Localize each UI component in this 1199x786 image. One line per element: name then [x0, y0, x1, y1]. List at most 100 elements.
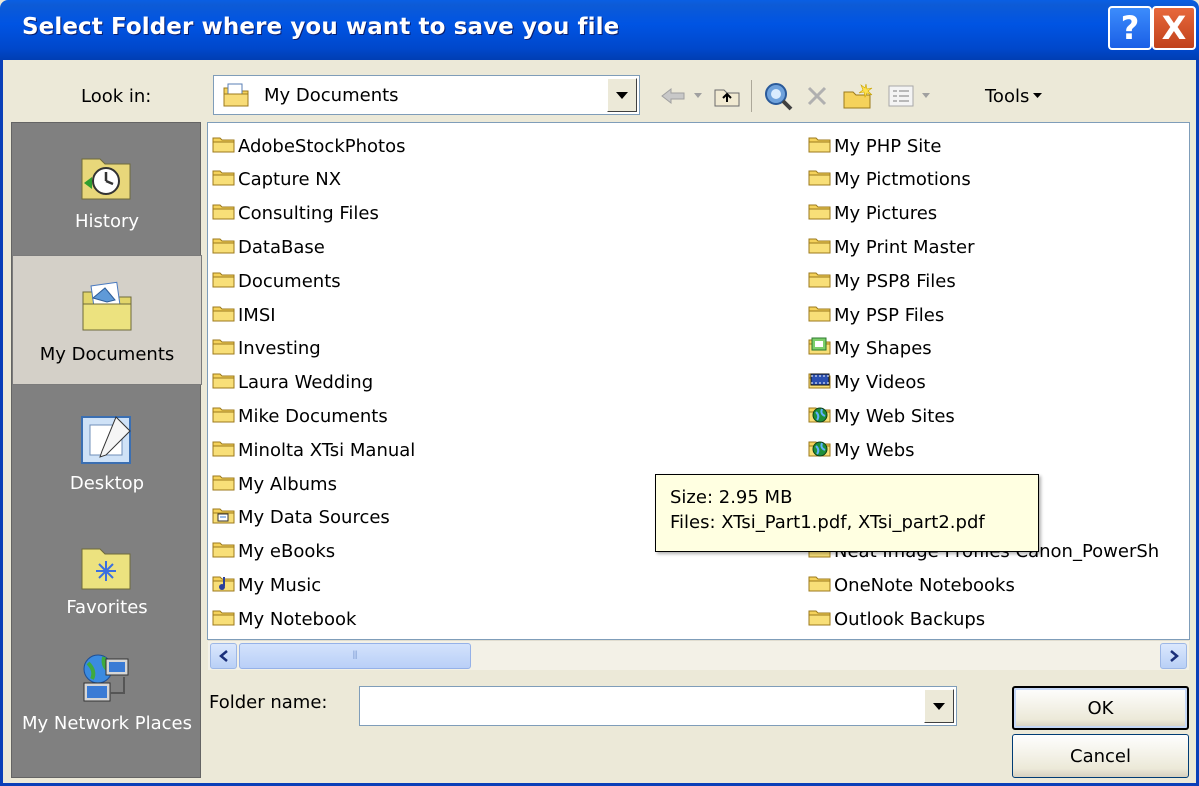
back-dropdown[interactable] — [691, 76, 705, 116]
scroll-left-button[interactable] — [210, 643, 237, 669]
views-dropdown[interactable] — [919, 76, 933, 116]
file-list-item[interactable]: Outlook Backups — [808, 604, 985, 634]
file-list-item[interactable]: Capture NX — [212, 165, 341, 195]
file-list-item[interactable]: My Videos — [808, 368, 926, 398]
file-name: Laura Wedding — [238, 372, 374, 394]
delete-icon — [807, 86, 827, 106]
file-list-item[interactable]: My Shapes — [808, 334, 932, 364]
file-list-item[interactable]: My Data Sources — [212, 503, 390, 533]
ok-button[interactable]: OK — [1012, 686, 1189, 730]
file-list-item[interactable]: My Albums — [212, 469, 337, 499]
tooltip-files: Files: XTsi_Part1.pdf, XTsi_part2.pdf — [670, 512, 985, 533]
file-list-item[interactable]: My PHP Site — [808, 131, 941, 161]
folder-icon — [808, 235, 834, 260]
file-name: Mike Documents — [238, 405, 388, 427]
file-list-item[interactable]: Laura Wedding — [212, 368, 373, 398]
desktop-icon — [81, 416, 131, 464]
file-list-item[interactable]: Consulting Files — [212, 199, 379, 229]
place-my-network-places[interactable]: My Network Places — [12, 639, 202, 779]
file-list-item[interactable]: My PSP Files — [808, 300, 944, 330]
file-list-item[interactable]: My eBooks — [212, 537, 335, 567]
tools-menu-button[interactable]: Tools — [985, 76, 1061, 116]
help-button[interactable]: ? — [1108, 6, 1152, 50]
delete-button[interactable] — [799, 76, 835, 116]
file-name: My PSP8 Files — [834, 270, 956, 292]
file-name: My eBooks — [238, 541, 336, 563]
folder-icon — [212, 303, 238, 328]
chevron-down-icon — [694, 93, 702, 98]
new-folder-button[interactable] — [839, 76, 879, 116]
look-in-dropdown-button[interactable] — [607, 78, 637, 112]
views-button[interactable] — [883, 76, 919, 116]
file-list[interactable]: AdobeStockPhotos Capture NX Consulting Fil… — [207, 122, 1190, 640]
folder-icon — [212, 472, 238, 497]
file-list-item[interactable]: My Music — [212, 570, 321, 600]
file-name: My PHP Site — [834, 135, 942, 157]
place-favorites[interactable]: Favorites — [12, 515, 202, 639]
file-list-item[interactable]: My PSP8 Files — [808, 266, 956, 296]
views-icon — [888, 85, 914, 107]
file-list-item[interactable]: Documents — [212, 266, 341, 296]
search-web-button[interactable] — [759, 76, 797, 116]
toolbar-separator — [935, 76, 939, 116]
folder-icon — [212, 607, 238, 632]
music-folder-icon — [212, 573, 238, 598]
web-folder-icon — [808, 438, 834, 463]
cancel-label: Cancel — [1070, 745, 1131, 767]
file-list-item[interactable]: IMSI — [212, 300, 276, 330]
ok-label: OK — [1087, 697, 1114, 719]
help-icon: ? — [1120, 9, 1140, 47]
folder-name-dropdown-button[interactable] — [924, 689, 954, 723]
file-list-item[interactable]: My Pictures — [808, 199, 937, 229]
folder-icon — [808, 134, 834, 159]
look-in-value: My Documents — [264, 85, 399, 106]
close-button[interactable]: X — [1152, 6, 1196, 50]
place-desktop[interactable]: Desktop — [12, 385, 202, 515]
folder-icon — [212, 201, 238, 226]
file-list-item[interactable]: My Webs — [808, 435, 915, 465]
folder-icon — [808, 607, 834, 632]
title-bar: Select Folder where you want to save you… — [0, 0, 1199, 60]
folder-icon — [212, 336, 238, 361]
file-list-item[interactable]: OneNote Notebooks — [808, 570, 1015, 600]
file-list-item[interactable]: DataBase — [212, 232, 325, 262]
file-list-item[interactable]: My Print Master — [808, 232, 975, 262]
web-folder-icon — [808, 404, 834, 429]
place-my-documents[interactable]: My Documents — [12, 255, 202, 385]
place-label: Desktop — [69, 473, 145, 494]
file-list-item[interactable]: My Notebook — [212, 604, 356, 634]
folder-icon — [808, 167, 834, 192]
folder-icon — [808, 201, 834, 226]
look-in-label: Look in: — [81, 86, 152, 107]
file-list-item[interactable]: AdobeStockPhotos — [212, 131, 405, 161]
new-folder-icon — [843, 83, 873, 109]
chevron-down-icon — [922, 93, 930, 98]
file-name: DataBase — [238, 236, 325, 258]
videos-folder-icon — [808, 370, 834, 395]
scroll-thumb[interactable]: ⦀ — [239, 643, 471, 669]
file-name: AdobeStockPhotos — [238, 135, 406, 157]
cancel-button[interactable]: Cancel — [1012, 734, 1189, 778]
folder-icon — [212, 167, 238, 192]
file-list-item[interactable]: My Web Sites — [808, 401, 955, 431]
scroll-right-button[interactable] — [1160, 643, 1187, 669]
look-in-combobox[interactable]: My Documents — [213, 75, 640, 115]
file-name: OneNote Notebooks — [834, 574, 1015, 596]
up-one-level-button[interactable] — [709, 76, 745, 116]
folder-icon — [212, 438, 238, 463]
folder-icon — [808, 573, 834, 598]
file-list-item[interactable]: Mike Documents — [212, 401, 388, 431]
folder-icon — [212, 404, 238, 429]
toolbar: Tools — [655, 76, 1075, 116]
file-list-item[interactable]: Minolta XTsi Manual — [212, 435, 415, 465]
file-name: My Notebook — [238, 608, 357, 630]
file-list-item[interactable]: Investing — [212, 334, 321, 364]
folder-icon — [212, 134, 238, 159]
file-name: Capture NX — [238, 169, 342, 191]
back-button[interactable] — [655, 76, 691, 116]
place-label: Favorites — [66, 597, 148, 618]
file-list-item[interactable]: My Pictmotions — [808, 165, 971, 195]
horizontal-scrollbar[interactable]: ⦀ — [208, 640, 1189, 670]
place-history[interactable]: History — [12, 123, 202, 255]
folder-name-input[interactable] — [359, 686, 957, 726]
